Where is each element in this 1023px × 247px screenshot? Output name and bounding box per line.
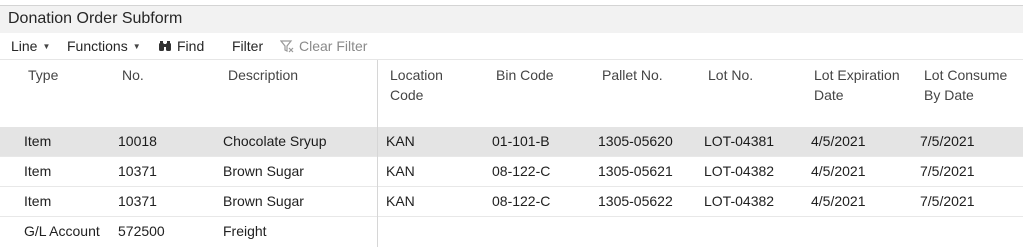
table-row[interactable]: Item 10371 Brown Sugar KAN 08-122-C 1305… <box>0 187 1023 217</box>
binoculars-icon <box>159 41 171 51</box>
cell-bin-code[interactable]: 08-122-C <box>492 163 550 179</box>
column-header-bin-code[interactable]: Bin Code <box>496 65 554 85</box>
cell-lot-expiration-date[interactable]: 4/5/2021 <box>811 133 866 149</box>
cell-description[interactable]: Brown Sugar <box>223 163 304 179</box>
cell-description[interactable]: Chocolate Sryup <box>223 133 327 149</box>
find-label: Find <box>177 38 205 54</box>
subform-title-bar: Donation Order Subform <box>0 5 1023 33</box>
column-header-description[interactable]: Description <box>228 65 298 85</box>
cell-description[interactable]: Freight <box>223 223 267 239</box>
column-header-lot-consume-line1: Lot Consume <box>924 67 1008 83</box>
cell-lot-consume-by-date[interactable]: 7/5/2021 <box>920 193 975 209</box>
cell-lot-expiration-date[interactable]: 4/5/2021 <box>811 163 866 179</box>
functions-menu-label: Functions <box>67 38 128 54</box>
cell-no[interactable]: 10018 <box>118 133 157 149</box>
column-header-type[interactable]: Type <box>28 65 58 85</box>
caret-down-icon: ▼ <box>42 42 51 51</box>
subform-title: Donation Order Subform <box>8 10 183 27</box>
cell-type[interactable]: G/L Account <box>24 223 100 239</box>
filter-label: Filter <box>232 38 264 54</box>
caret-down-icon: ▼ <box>132 42 141 51</box>
column-header-location-code-line1: Location <box>390 67 443 83</box>
filter-button[interactable]: Filter <box>232 38 263 54</box>
column-header-lot-consume-by-date[interactable]: Lot Consume By Date <box>924 65 1007 105</box>
clear-filter-button[interactable]: Clear Filter <box>280 38 367 54</box>
cell-location-code[interactable]: KAN <box>386 133 415 149</box>
cell-bin-code[interactable]: 08-122-C <box>492 193 550 209</box>
clear-filter-icon <box>280 40 294 53</box>
cell-type[interactable]: Item <box>24 193 51 209</box>
clear-filter-label: Clear Filter <box>299 38 368 54</box>
cell-pallet-no[interactable]: 1305-05622 <box>598 193 673 209</box>
cell-pallet-no[interactable]: 1305-05620 <box>598 133 673 149</box>
table-row[interactable]: Item 10371 Brown Sugar KAN 08-122-C 1305… <box>0 157 1023 187</box>
table-row[interactable]: G/L Account 572500 Freight <box>0 217 1023 247</box>
cell-type[interactable]: Item <box>24 133 51 149</box>
line-menu-label: Line <box>11 38 38 54</box>
cell-lot-consume-by-date[interactable]: 7/5/2021 <box>920 133 975 149</box>
cell-lot-no[interactable]: LOT-04381 <box>704 133 774 149</box>
column-header-lot-expiration-line2: Date <box>814 87 844 103</box>
column-header-lot-no[interactable]: Lot No. <box>708 65 753 85</box>
table-row[interactable]: Item 10018 Chocolate Sryup KAN 01-101-B … <box>0 127 1023 157</box>
line-menu-button[interactable]: Line ▼ <box>11 38 50 54</box>
column-header-no[interactable]: No. <box>122 65 144 85</box>
cell-bin-code[interactable]: 01-101-B <box>492 133 550 149</box>
cell-no[interactable]: 10371 <box>118 163 157 179</box>
column-header-lot-consume-line2: By Date <box>924 87 974 103</box>
lines-grid: Type No. Description Location Code Bin C… <box>0 60 1023 247</box>
column-header-pallet-no[interactable]: Pallet No. <box>602 65 663 85</box>
cell-lot-no[interactable]: LOT-04382 <box>704 193 774 209</box>
action-toolbar: Line ▼ Functions ▼ Find Filter Clear Filte… <box>0 33 1023 60</box>
cell-type[interactable]: Item <box>24 163 51 179</box>
functions-menu-button[interactable]: Functions ▼ <box>67 38 141 54</box>
cell-lot-expiration-date[interactable]: 4/5/2021 <box>811 193 866 209</box>
column-header-location-code-line2: Code <box>390 87 424 103</box>
cell-location-code[interactable]: KAN <box>386 193 415 209</box>
cell-location-code[interactable]: KAN <box>386 163 415 179</box>
column-header-location-code[interactable]: Location Code <box>390 65 443 105</box>
cell-no[interactable]: 10371 <box>118 193 157 209</box>
cell-pallet-no[interactable]: 1305-05621 <box>598 163 673 179</box>
cell-description[interactable]: Brown Sugar <box>223 193 304 209</box>
cell-lot-consume-by-date[interactable]: 7/5/2021 <box>920 163 975 179</box>
frozen-column-divider <box>377 60 378 247</box>
column-header-lot-expiration-line1: Lot Expiration <box>814 67 900 83</box>
cell-no[interactable]: 572500 <box>118 223 165 239</box>
find-button[interactable]: Find <box>158 38 204 54</box>
cell-lot-no[interactable]: LOT-04382 <box>704 163 774 179</box>
column-header-lot-expiration-date[interactable]: Lot Expiration Date <box>814 65 900 105</box>
